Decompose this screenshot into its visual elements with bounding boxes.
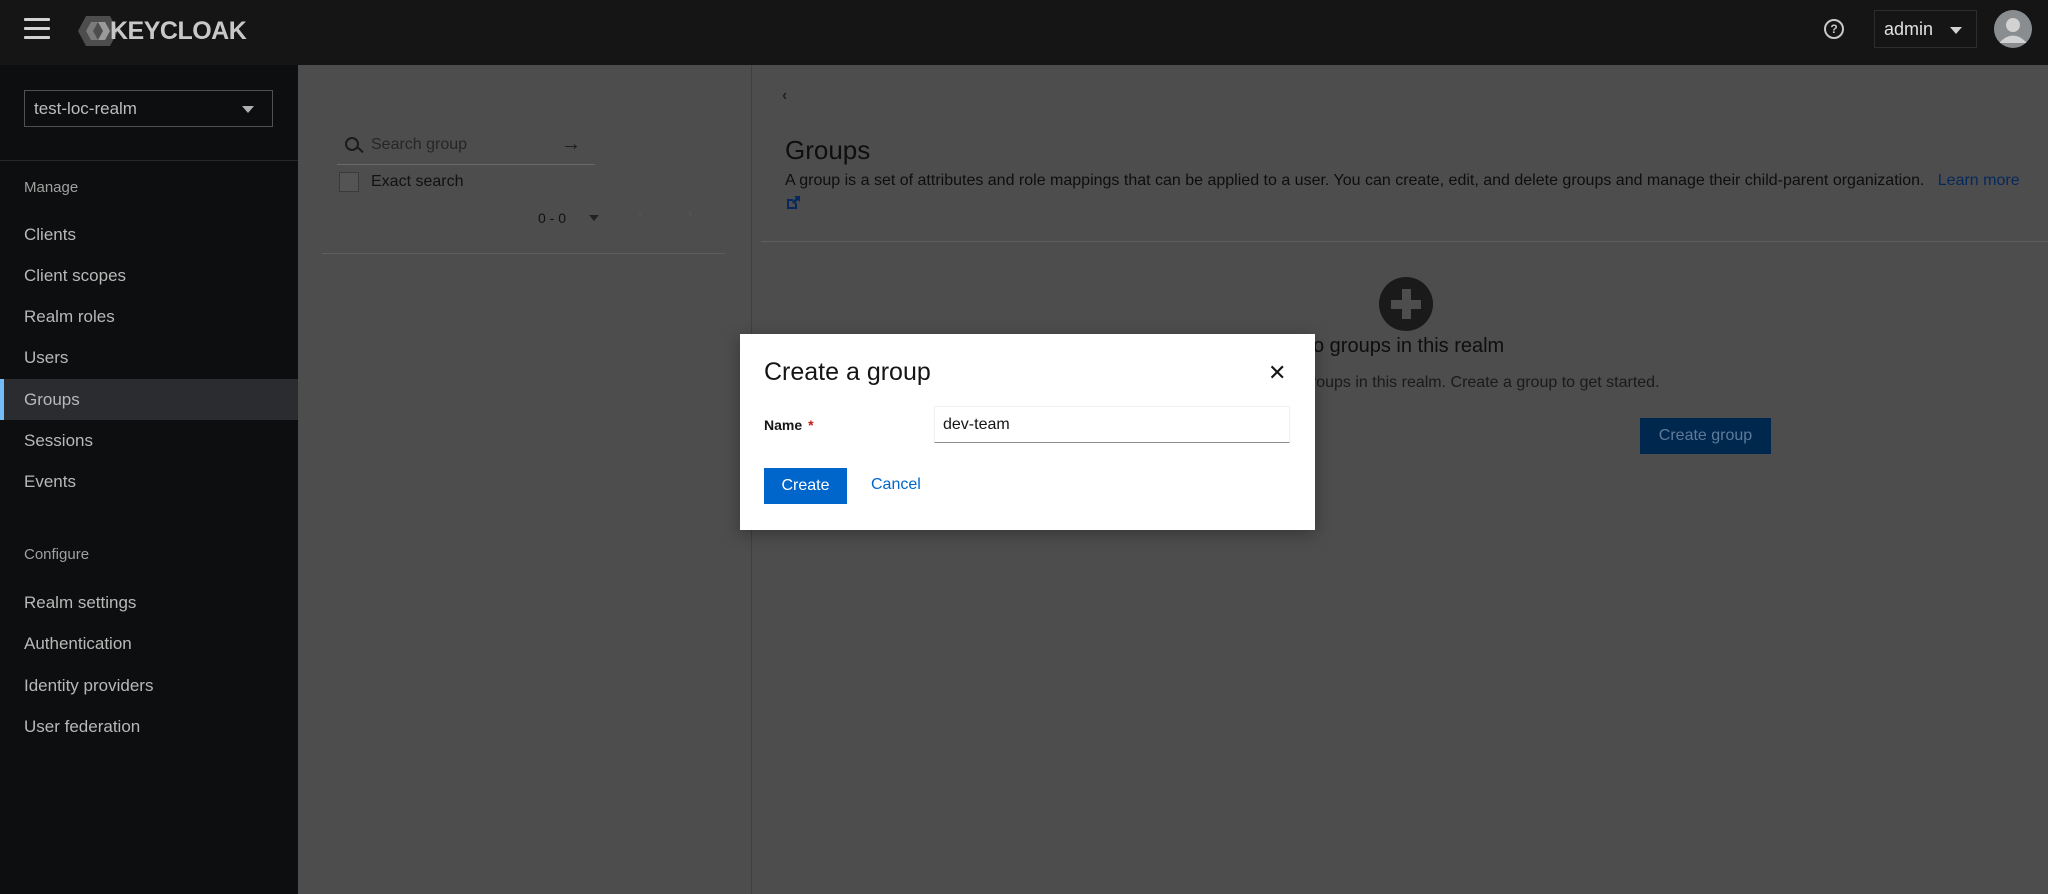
- menu-toggle-icon[interactable]: [24, 18, 50, 40]
- sidebar-item-groups[interactable]: Groups: [0, 379, 298, 420]
- modal-title: Create a group: [764, 358, 931, 386]
- masthead: KEYCLOAK ? admin: [0, 0, 2048, 65]
- sidebar-item-user-federation[interactable]: User federation: [0, 706, 298, 747]
- sidebar-item-realm-settings[interactable]: Realm settings: [0, 582, 298, 623]
- section-label-configure: Configure: [24, 546, 90, 563]
- group-tree-panel: → Exact search 0 - 0 ‹ ›: [298, 65, 752, 894]
- name-label-text: Name: [764, 417, 803, 433]
- sidebar-item-realm-roles[interactable]: Realm roles: [0, 296, 298, 337]
- external-link-icon: [787, 196, 800, 209]
- pagination-count[interactable]: 0 - 0: [538, 210, 566, 226]
- chevron-left-icon[interactable]: ‹: [782, 87, 787, 105]
- user-dropdown[interactable]: admin: [1874, 10, 1977, 48]
- create-button[interactable]: Create: [764, 468, 847, 504]
- sidebar-item-authentication[interactable]: Authentication: [0, 623, 298, 664]
- section-label-manage: Manage: [24, 179, 79, 196]
- chevron-left-icon[interactable]: ‹: [638, 205, 643, 223]
- description-text: A group is a set of attributes and role …: [785, 172, 1925, 189]
- sidebar-divider: [0, 160, 298, 161]
- search-icon: [345, 137, 359, 151]
- keycloak-logo[interactable]: KEYCLOAK: [78, 14, 247, 48]
- sidebar-item-users[interactable]: Users: [0, 337, 298, 378]
- user-avatar-icon: [1994, 10, 2032, 48]
- sidebar-item-events[interactable]: Events: [0, 461, 298, 502]
- group-name-input[interactable]: [934, 406, 1290, 443]
- close-icon[interactable]: ✕: [1268, 360, 1286, 386]
- arrow-right-icon[interactable]: →: [561, 133, 581, 156]
- realm-selector[interactable]: test-loc-realm: [24, 90, 273, 127]
- caret-down-icon[interactable]: [589, 215, 599, 221]
- realm-name: test-loc-realm: [34, 99, 137, 118]
- caret-down-icon: [242, 106, 254, 113]
- sidebar-item-client-scopes[interactable]: Client scopes: [0, 255, 298, 296]
- sidebar-item-identity-providers[interactable]: Identity providers: [0, 665, 298, 706]
- learn-more-text: Learn more: [1937, 172, 2020, 189]
- plus-circle-icon: [1379, 277, 1433, 331]
- sidebar-item-sessions[interactable]: Sessions: [0, 420, 298, 461]
- create-group-button[interactable]: Create group: [1640, 418, 1771, 454]
- exact-search-label: Exact search: [371, 173, 464, 190]
- page-description: A group is a set of attributes and role …: [785, 169, 2025, 217]
- required-indicator: *: [808, 417, 814, 433]
- search-input[interactable]: [371, 133, 551, 157]
- user-name: admin: [1884, 19, 1934, 39]
- brand-text: KEYCLOAK: [110, 16, 247, 45]
- header-divider: [761, 241, 2048, 242]
- sidebar: test-loc-realm Manage Clients Client sco…: [0, 65, 298, 894]
- sidebar-item-clients[interactable]: Clients: [0, 214, 298, 255]
- empty-state-title: o groups in this realm: [1313, 335, 1505, 357]
- help-icon[interactable]: ?: [1824, 19, 1844, 39]
- caret-down-icon: [1950, 27, 1962, 34]
- empty-state-body: groups in this realm. Create a group to …: [1302, 374, 1660, 391]
- avatar[interactable]: [1994, 10, 2032, 48]
- page-title: Groups: [785, 135, 871, 165]
- exact-search-checkbox[interactable]: [339, 172, 359, 192]
- panel-divider: [322, 253, 725, 254]
- cancel-button[interactable]: Cancel: [871, 476, 921, 494]
- create-group-modal: Create a group ✕ Name * Create Cancel: [740, 334, 1315, 530]
- group-search: →: [337, 125, 595, 165]
- name-label: Name *: [764, 417, 814, 433]
- chevron-right-icon[interactable]: ›: [687, 205, 692, 223]
